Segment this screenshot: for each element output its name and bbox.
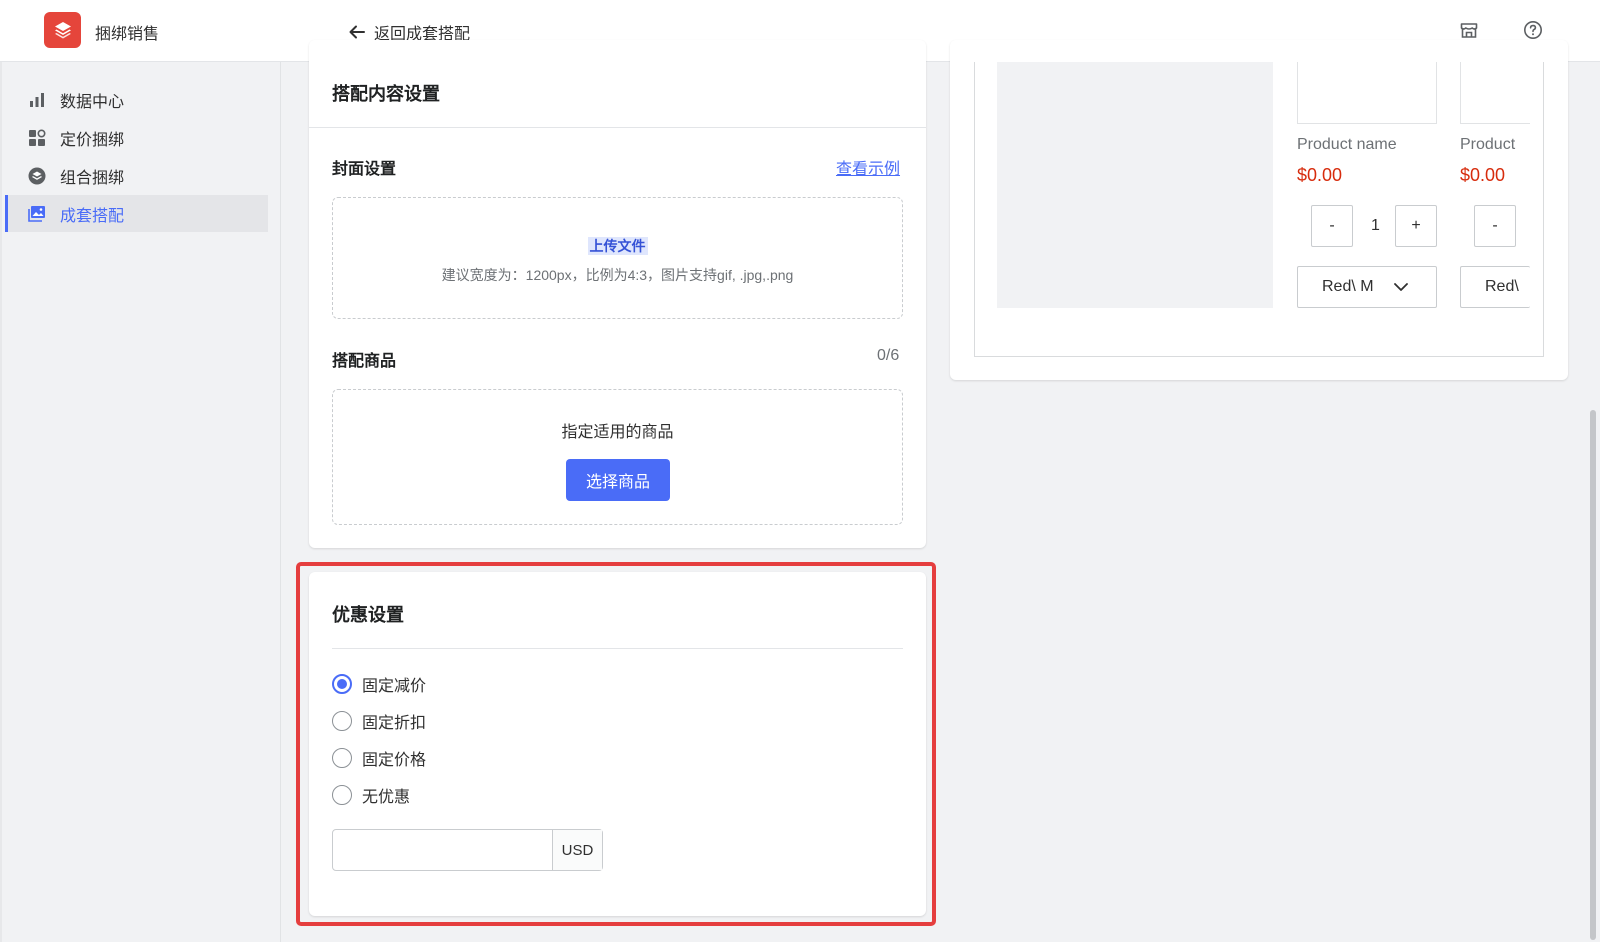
bundle-icon (28, 167, 46, 185)
discount-amount-input[interactable] (333, 830, 552, 870)
discount-settings-title: 优惠设置 (332, 605, 404, 625)
sidebar-item-label: 定价捆绑 (60, 131, 125, 149)
view-example-link[interactable]: 查看示例 (836, 155, 900, 179)
apps-grid-icon (29, 129, 46, 146)
discount-amount-group: USD (332, 829, 603, 871)
radio-label: 固定减价 (362, 678, 427, 695)
variant-select[interactable]: Red\ (1460, 266, 1530, 308)
product-thumbnail (1460, 62, 1530, 124)
product-select-area: 指定适用的商品 选择商品 (332, 389, 903, 525)
cover-settings-label: 封面设置 (332, 161, 397, 178)
quantity-increase-button[interactable]: + (1395, 205, 1437, 247)
currency-suffix: USD (552, 830, 602, 870)
quantity-value: 1 (1371, 217, 1380, 234)
product-price: $0.00 (1297, 165, 1343, 185)
help-icon[interactable] (1522, 19, 1544, 41)
page-scrollbar[interactable] (1590, 410, 1596, 940)
divider (309, 127, 926, 128)
upload-hint: 建议宽度为：1200px，比例为4:3，图片支持gif, .jpg,.png (441, 267, 794, 283)
radio-fixed-reduction[interactable]: 固定减价 (332, 672, 426, 696)
select-products-button[interactable]: 选择商品 (566, 459, 670, 501)
radio-button[interactable] (332, 785, 352, 805)
variant-value: Red\ M (1322, 278, 1374, 295)
product-name: Product name (1297, 136, 1397, 153)
chevron-down-icon (1394, 283, 1408, 291)
sidebar-item-label: 组合捆绑 (60, 169, 125, 187)
product-name: Product (1460, 136, 1516, 153)
radio-button[interactable] (332, 748, 352, 768)
product-thumbnail (1297, 62, 1437, 124)
sidebar: 数据中心 定价捆绑 组合捆绑 成套搭配 (0, 62, 281, 942)
radio-no-discount[interactable]: 无优惠 (332, 783, 410, 807)
sidebar-item-label: 成套搭配 (60, 207, 125, 225)
select-product-prompt: 指定适用的商品 (561, 424, 674, 441)
preview-frame: Product name $0.00 - 1 + Red\ M Product … (974, 62, 1544, 357)
divider (332, 648, 903, 649)
layers-icon (54, 22, 71, 39)
product-count: 0/6 (877, 347, 900, 364)
cover-upload-dropzone[interactable]: 上传文件 建议宽度为：1200px，比例为4:3，图片支持gif, .jpg,.… (332, 197, 903, 319)
radio-label: 固定折扣 (362, 715, 427, 732)
content-settings-title: 搭配内容设置 (332, 84, 440, 104)
radio-label: 无优惠 (362, 789, 411, 806)
radio-button[interactable] (332, 674, 352, 694)
variant-select[interactable]: Red\ M (1297, 266, 1437, 308)
radio-label: 固定价格 (362, 752, 427, 769)
app-name: 捆绑销售 (95, 26, 160, 43)
store-icon[interactable] (1458, 19, 1480, 41)
radio-fixed-discount[interactable]: 固定折扣 (332, 709, 426, 733)
product-price: $0.00 (1460, 165, 1506, 185)
image-icon (28, 206, 45, 222)
bar-chart-icon (30, 93, 44, 107)
sidebar-item-label: 数据中心 (60, 93, 125, 111)
radio-button[interactable] (332, 711, 352, 731)
sidebar-item-price-bundle[interactable]: 定价捆绑 (5, 119, 268, 156)
variant-value: Red\ (1485, 278, 1519, 295)
sidebar-item-combo-bundle[interactable]: 组合捆绑 (5, 157, 268, 194)
quantity-decrease-button[interactable]: - (1474, 205, 1516, 247)
bundle-products-label: 搭配商品 (332, 353, 397, 370)
upload-file-button[interactable]: 上传文件 (587, 237, 648, 255)
quantity-decrease-button[interactable]: - (1311, 205, 1353, 247)
cover-image-placeholder (997, 62, 1273, 308)
radio-fixed-price[interactable]: 固定价格 (332, 746, 426, 770)
sidebar-item-outfit[interactable]: 成套搭配 (5, 195, 268, 232)
app-logo[interactable] (44, 12, 81, 48)
sidebar-item-data-center[interactable]: 数据中心 (5, 81, 268, 118)
arrow-left-icon (349, 25, 365, 39)
